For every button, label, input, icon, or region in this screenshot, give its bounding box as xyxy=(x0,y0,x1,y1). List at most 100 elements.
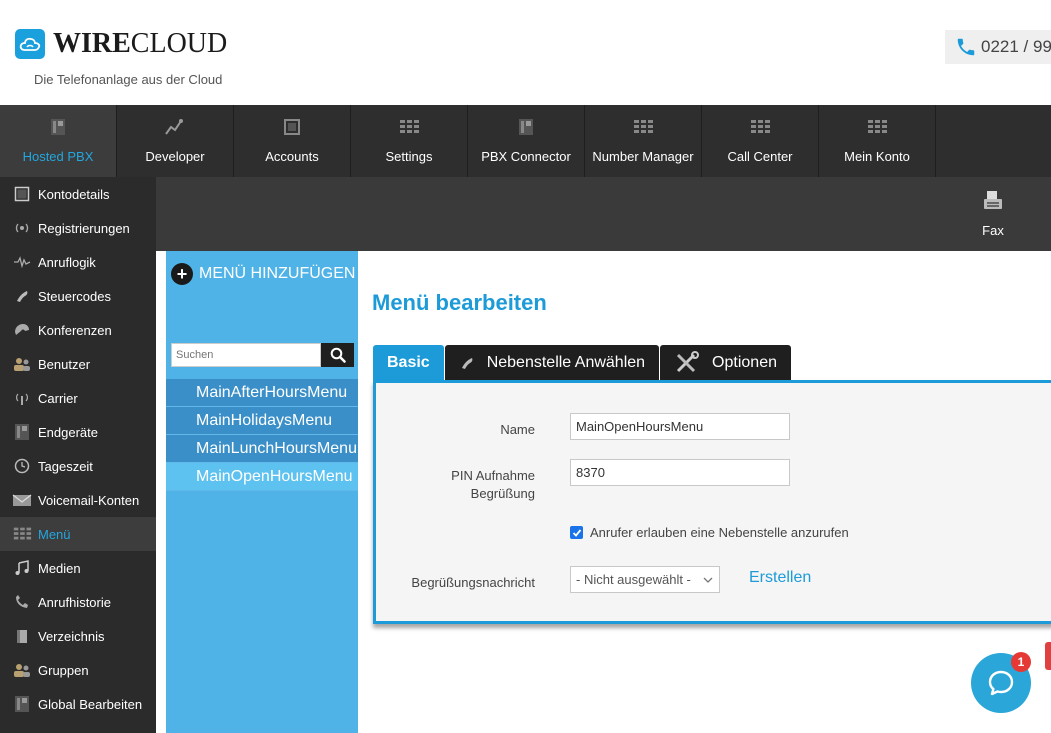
nav-tab-mein-konto[interactable]: Mein Konto xyxy=(819,105,936,177)
sidebar-item-label: Registrierungen xyxy=(38,220,130,236)
greeting-select[interactable]: - Nicht ausgewählt - xyxy=(570,566,720,593)
sidebar-item-menü[interactable]: Menü xyxy=(0,517,156,551)
nav-tab-label: PBX Connector xyxy=(481,149,571,164)
sidebar-item-label: Medien xyxy=(38,560,81,576)
side-tab[interactable] xyxy=(1045,642,1051,670)
menu-list-item[interactable]: MainOpenHoursMenu xyxy=(166,463,358,491)
nav-tab-settings[interactable]: Settings xyxy=(351,105,468,177)
menu-list-item[interactable]: MainHolidaysMenu xyxy=(166,407,358,435)
sidebar-item-label: Anrufhistorie xyxy=(38,594,111,610)
nav-tab-label: Mein Konto xyxy=(844,149,910,164)
menu-items: MainAfterHoursMenu MainHolidaysMenu MainLu… xyxy=(166,379,358,491)
chevron-down-icon xyxy=(703,577,713,583)
name-field[interactable] xyxy=(570,413,790,440)
sidebar-item-verzeichnis[interactable]: Verzeichnis xyxy=(0,619,156,653)
device-icon xyxy=(12,696,32,712)
create-link[interactable]: Erstellen xyxy=(749,569,811,587)
sidebar-item-label: Menü xyxy=(38,526,71,542)
sidebar-item-label: Endgeräte xyxy=(38,424,98,440)
book-icon xyxy=(12,628,32,644)
grid-icon xyxy=(12,526,32,542)
sidebar-item-voicemail-konten[interactable]: Voicemail-Konten xyxy=(0,483,156,517)
tab-optionen[interactable]: Optionen xyxy=(660,345,791,380)
add-menu-button[interactable]: + MENÜ HINZUFÜGEN xyxy=(171,263,355,285)
device-icon xyxy=(12,424,32,440)
fax-button[interactable]: Fax xyxy=(975,190,1011,238)
phone-icon xyxy=(957,38,975,56)
sidebar-item-medien[interactable]: Medien xyxy=(0,551,156,585)
sidebar-item-tageszeit[interactable]: Tageszeit xyxy=(0,449,156,483)
greeting-label: Begrüßungsnachricht xyxy=(411,575,535,590)
cloud-icon xyxy=(15,29,45,59)
tab-label: Basic xyxy=(387,353,430,371)
tab-nebenstelle-anwählen[interactable]: Nebenstelle Anwählen xyxy=(444,345,660,380)
search-input[interactable] xyxy=(171,343,321,367)
nav-tab-label: Developer xyxy=(145,149,205,164)
greeting-select-value: - Nicht ausgewählt - xyxy=(576,572,691,587)
menu-list-item[interactable]: MainAfterHoursMenu xyxy=(166,379,358,407)
add-menu-label: MENÜ HINZUFÜGEN xyxy=(199,265,356,282)
sidebar-item-carrier[interactable]: Carrier xyxy=(0,381,156,415)
top-navigation: Hosted PBX Developer Accounts Settings PBX C… xyxy=(0,105,1051,177)
nav-tab-label: Hosted PBX xyxy=(22,149,94,164)
checkbox-checked-icon[interactable] xyxy=(570,526,583,539)
plus-icon: + xyxy=(171,263,193,285)
chat-bubble-icon xyxy=(988,670,1014,696)
nav-tab-number-manager[interactable]: Number Manager xyxy=(585,105,702,177)
checkbox-label: Anrufer erlauben eine Nebenstelle anzuru… xyxy=(590,525,849,540)
sidebar-item-label: Anruflogik xyxy=(38,254,96,270)
allow-extension-checkbox-row[interactable]: Anrufer erlauben eine Nebenstelle anzuru… xyxy=(570,525,849,540)
graph-icon xyxy=(164,115,186,139)
page-title: Menü bearbeiten xyxy=(372,290,547,315)
nav-tab-label: Number Manager xyxy=(592,149,694,164)
phone-number[interactable]: 0221 / 99 xyxy=(945,30,1051,64)
tab-bar: Basic Nebenstelle Anwählen Optionen xyxy=(373,345,792,380)
menu-list-panel: + MENÜ HINZUFÜGEN MainAfterHoursMenuMain… xyxy=(166,251,358,733)
sidebar-item-label: Tageszeit xyxy=(38,458,93,474)
nav-tab-call-center[interactable]: Call Center xyxy=(702,105,819,177)
phone-text: 0221 / 99 xyxy=(981,37,1051,56)
nav-tab-developer[interactable]: Developer xyxy=(117,105,234,177)
tab-basic[interactable]: Basic xyxy=(373,345,444,380)
sidebar-item-label: Konferenzen xyxy=(38,322,112,338)
nav-tab-pbx-connector[interactable]: PBX Connector xyxy=(468,105,585,177)
sidebar-item-benutzer[interactable]: Benutzer xyxy=(0,347,156,381)
sidebar-item-gruppen[interactable]: Gruppen xyxy=(0,653,156,687)
phone-handset-icon xyxy=(459,355,475,371)
nav-tab-hosted-pbx[interactable]: Hosted PBX xyxy=(0,105,117,177)
chat-notification-badge: 1 xyxy=(1011,652,1031,672)
logo-text: WIRECLOUD xyxy=(53,28,228,59)
sidebar-item-registrierungen[interactable]: Registrierungen xyxy=(0,211,156,245)
conference-icon xyxy=(12,322,32,338)
grid-icon xyxy=(398,115,420,139)
sidebar-item-endgeräte[interactable]: Endgeräte xyxy=(0,415,156,449)
pin-field[interactable] xyxy=(570,459,790,486)
search-button[interactable] xyxy=(321,343,354,367)
flow-icon xyxy=(12,254,32,270)
signal-icon xyxy=(12,220,32,236)
sidebar-item-global-bearbeiten[interactable]: Global Bearbeiten xyxy=(0,687,156,721)
phone-history-icon xyxy=(12,594,32,610)
sidebar-item-kontodetails[interactable]: Kontodetails xyxy=(0,177,156,211)
sidebar-item-steuercodes[interactable]: Steuercodes xyxy=(0,279,156,313)
pin-label-line2: Begrüßung xyxy=(470,486,535,501)
tools-icon xyxy=(674,350,700,375)
sidebar-item-konferenzen[interactable]: Konferenzen xyxy=(0,313,156,347)
phone-handset-icon xyxy=(12,288,32,304)
sidebar-item-anruflogik[interactable]: Anruflogik xyxy=(0,245,156,279)
sidebar-item-label: Carrier xyxy=(38,390,78,406)
grid-icon xyxy=(866,115,888,139)
search-icon xyxy=(330,347,346,363)
basic-form-panel: Name PIN Aufnahme Begrüßung Anrufer erla… xyxy=(373,380,1051,624)
device-icon xyxy=(48,115,68,139)
logo[interactable]: WIRECLOUD xyxy=(15,29,227,59)
sidebar: Kontodetails Registrierungen Anruflogik Ste… xyxy=(0,177,156,733)
nav-tab-label: Accounts xyxy=(265,149,319,164)
sidebar-item-label: Benutzer xyxy=(38,356,91,372)
pin-label: PIN Aufnahme Begrüßung xyxy=(345,467,535,503)
sidebar-item-anrufhistorie[interactable]: Anrufhistorie xyxy=(0,585,156,619)
name-label: Name xyxy=(500,422,535,437)
sidebar-item-label: Verzeichnis xyxy=(38,628,105,644)
menu-list-item[interactable]: MainLunchHoursMenu xyxy=(166,435,358,463)
nav-tab-accounts[interactable]: Accounts xyxy=(234,105,351,177)
